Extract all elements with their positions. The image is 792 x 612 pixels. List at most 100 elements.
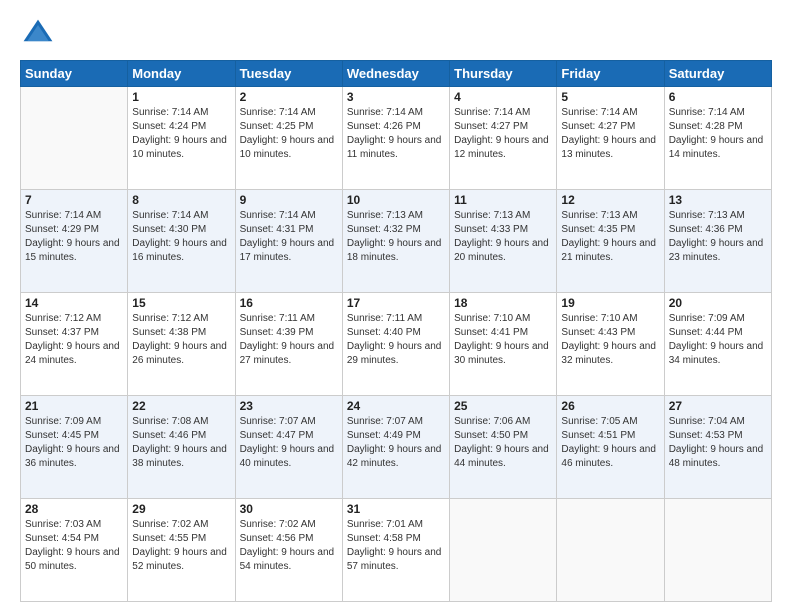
calendar-cell: 16 Sunrise: 7:11 AMSunset: 4:39 PMDayligh… <box>235 293 342 396</box>
calendar-cell: 18 Sunrise: 7:10 AMSunset: 4:41 PMDayligh… <box>450 293 557 396</box>
cell-content: Sunrise: 7:11 AMSunset: 4:39 PMDaylight:… <box>240 312 338 368</box>
day-number: 21 <box>25 399 123 413</box>
calendar-cell: 6 Sunrise: 7:14 AMSunset: 4:28 PMDaylight… <box>664 87 771 190</box>
day-number: 24 <box>347 399 445 413</box>
cell-content: Sunrise: 7:04 AMSunset: 4:53 PMDaylight:… <box>669 415 767 471</box>
day-number: 17 <box>347 296 445 310</box>
calendar-cell: 8 Sunrise: 7:14 AMSunset: 4:30 PMDaylight… <box>128 190 235 293</box>
calendar-cell: 14 Sunrise: 7:12 AMSunset: 4:37 PMDayligh… <box>21 293 128 396</box>
cell-content: Sunrise: 7:14 AMSunset: 4:30 PMDaylight:… <box>132 209 230 265</box>
calendar-cell: 9 Sunrise: 7:14 AMSunset: 4:31 PMDaylight… <box>235 190 342 293</box>
calendar-cell: 31 Sunrise: 7:01 AMSunset: 4:58 PMDayligh… <box>342 499 449 602</box>
cell-content: Sunrise: 7:09 AMSunset: 4:44 PMDaylight:… <box>669 312 767 368</box>
calendar-day-header: Saturday <box>664 61 771 87</box>
day-number: 28 <box>25 502 123 516</box>
cell-content: Sunrise: 7:05 AMSunset: 4:51 PMDaylight:… <box>561 415 659 471</box>
cell-content: Sunrise: 7:03 AMSunset: 4:54 PMDaylight:… <box>25 518 123 574</box>
calendar-cell: 25Sunrise: 7:06 AMSunset: 4:50 PMDayligh… <box>450 396 557 499</box>
cell-content: Sunrise: 7:13 AMSunset: 4:36 PMDaylight:… <box>669 209 767 265</box>
calendar-cell: 15Sunrise: 7:12 AMSunset: 4:38 PMDayligh… <box>128 293 235 396</box>
cell-content: Sunrise: 7:08 AMSunset: 4:46 PMDaylight:… <box>132 415 230 471</box>
day-number: 30 <box>240 502 338 516</box>
day-number: 12 <box>561 193 659 207</box>
day-number: 31 <box>347 502 445 516</box>
day-number: 9 <box>240 193 338 207</box>
calendar-day-header: Tuesday <box>235 61 342 87</box>
calendar-table: SundayMondayTuesdayWednesdayThursdayFrid… <box>20 60 772 602</box>
cell-content: Sunrise: 7:14 AMSunset: 4:27 PMDaylight:… <box>561 106 659 162</box>
cell-content: Sunrise: 7:13 AMSunset: 4:32 PMDaylight:… <box>347 209 445 265</box>
cell-content: Sunrise: 7:10 AMSunset: 4:41 PMDaylight:… <box>454 312 552 368</box>
calendar-cell: 5Sunrise: 7:14 AMSunset: 4:27 PMDaylight… <box>557 87 664 190</box>
day-number: 11 <box>454 193 552 207</box>
calendar-cell: 26Sunrise: 7:05 AMSunset: 4:51 PMDayligh… <box>557 396 664 499</box>
cell-content: Sunrise: 7:01 AMSunset: 4:58 PMDaylight:… <box>347 518 445 574</box>
day-number: 19 <box>561 296 659 310</box>
cell-content: Sunrise: 7:14 AMSunset: 4:29 PMDaylight:… <box>25 209 123 265</box>
calendar-cell: 29 Sunrise: 7:02 AMSunset: 4:55 PMDayligh… <box>128 499 235 602</box>
calendar-cell <box>557 499 664 602</box>
cell-content: Sunrise: 7:14 AMSunset: 4:31 PMDaylight:… <box>240 209 338 265</box>
page: SundayMondayTuesdayWednesdayThursdayFrid… <box>0 0 792 612</box>
day-number: 23 <box>240 399 338 413</box>
calendar-week-row: 7Sunrise: 7:14 AMSunset: 4:29 PMDaylight… <box>21 190 772 293</box>
day-number: 10 <box>347 193 445 207</box>
day-number: 6 <box>669 90 767 104</box>
day-number: 8 <box>132 193 230 207</box>
calendar-cell: 13 Sunrise: 7:13 AMSunset: 4:36 PMDayligh… <box>664 190 771 293</box>
cell-content: Sunrise: 7:09 AMSunset: 4:45 PMDaylight:… <box>25 415 123 471</box>
calendar-cell: 12 Sunrise: 7:13 AMSunset: 4:35 PMDayligh… <box>557 190 664 293</box>
calendar-cell: 4 Sunrise: 7:14 AMSunset: 4:27 PMDaylight… <box>450 87 557 190</box>
calendar-day-header: Thursday <box>450 61 557 87</box>
calendar-week-row: 1 Sunrise: 7:14 AMSunset: 4:24 PMDaylight… <box>21 87 772 190</box>
cell-content: Sunrise: 7:10 AMSunset: 4:43 PMDaylight:… <box>561 312 659 368</box>
cell-content: Sunrise: 7:02 AMSunset: 4:56 PMDaylight:… <box>240 518 338 574</box>
cell-content: Sunrise: 7:02 AMSunset: 4:55 PMDaylight:… <box>132 518 230 574</box>
day-number: 18 <box>454 296 552 310</box>
calendar-week-row: 28 Sunrise: 7:03 AMSunset: 4:54 PMDayligh… <box>21 499 772 602</box>
day-number: 4 <box>454 90 552 104</box>
calendar-cell: 28 Sunrise: 7:03 AMSunset: 4:54 PMDayligh… <box>21 499 128 602</box>
day-number: 3 <box>347 90 445 104</box>
cell-content: Sunrise: 7:14 AMSunset: 4:28 PMDaylight:… <box>669 106 767 162</box>
day-number: 13 <box>669 193 767 207</box>
cell-content: Sunrise: 7:13 AMSunset: 4:35 PMDaylight:… <box>561 209 659 265</box>
calendar-cell: 21 Sunrise: 7:09 AMSunset: 4:45 PMDayligh… <box>21 396 128 499</box>
cell-content: Sunrise: 7:14 AMSunset: 4:24 PMDaylight:… <box>132 106 230 162</box>
calendar-cell: 30 Sunrise: 7:02 AMSunset: 4:56 PMDayligh… <box>235 499 342 602</box>
calendar-cell: 24Sunrise: 7:07 AMSunset: 4:49 PMDayligh… <box>342 396 449 499</box>
day-number: 1 <box>132 90 230 104</box>
cell-content: Sunrise: 7:07 AMSunset: 4:47 PMDaylight:… <box>240 415 338 471</box>
calendar-cell: 7Sunrise: 7:14 AMSunset: 4:29 PMDaylight… <box>21 190 128 293</box>
calendar-cell <box>664 499 771 602</box>
calendar-day-header: Monday <box>128 61 235 87</box>
calendar-cell <box>21 87 128 190</box>
calendar-cell: 17 Sunrise: 7:11 AMSunset: 4:40 PMDayligh… <box>342 293 449 396</box>
cell-content: Sunrise: 7:14 AMSunset: 4:27 PMDaylight:… <box>454 106 552 162</box>
cell-content: Sunrise: 7:14 AMSunset: 4:26 PMDaylight:… <box>347 106 445 162</box>
logo-icon <box>20 16 56 52</box>
calendar-day-header: Wednesday <box>342 61 449 87</box>
calendar-header-row: SundayMondayTuesdayWednesdayThursdayFrid… <box>21 61 772 87</box>
day-number: 14 <box>25 296 123 310</box>
day-number: 20 <box>669 296 767 310</box>
calendar-cell: 22Sunrise: 7:08 AMSunset: 4:46 PMDayligh… <box>128 396 235 499</box>
day-number: 29 <box>132 502 230 516</box>
calendar-cell: 10 Sunrise: 7:13 AMSunset: 4:32 PMDayligh… <box>342 190 449 293</box>
calendar-week-row: 14 Sunrise: 7:12 AMSunset: 4:37 PMDayligh… <box>21 293 772 396</box>
calendar-cell: 2Sunrise: 7:14 AMSunset: 4:25 PMDaylight… <box>235 87 342 190</box>
day-number: 16 <box>240 296 338 310</box>
cell-content: Sunrise: 7:06 AMSunset: 4:50 PMDaylight:… <box>454 415 552 471</box>
calendar-day-header: Sunday <box>21 61 128 87</box>
cell-content: Sunrise: 7:12 AMSunset: 4:37 PMDaylight:… <box>25 312 123 368</box>
cell-content: Sunrise: 7:11 AMSunset: 4:40 PMDaylight:… <box>347 312 445 368</box>
calendar-cell: 3 Sunrise: 7:14 AMSunset: 4:26 PMDaylight… <box>342 87 449 190</box>
cell-content: Sunrise: 7:12 AMSunset: 4:38 PMDaylight:… <box>132 312 230 368</box>
cell-content: Sunrise: 7:13 AMSunset: 4:33 PMDaylight:… <box>454 209 552 265</box>
day-number: 27 <box>669 399 767 413</box>
calendar-cell <box>450 499 557 602</box>
cell-content: Sunrise: 7:14 AMSunset: 4:25 PMDaylight:… <box>240 106 338 162</box>
calendar-cell: 1 Sunrise: 7:14 AMSunset: 4:24 PMDaylight… <box>128 87 235 190</box>
calendar-cell: 20 Sunrise: 7:09 AMSunset: 4:44 PMDayligh… <box>664 293 771 396</box>
calendar-week-row: 21 Sunrise: 7:09 AMSunset: 4:45 PMDayligh… <box>21 396 772 499</box>
